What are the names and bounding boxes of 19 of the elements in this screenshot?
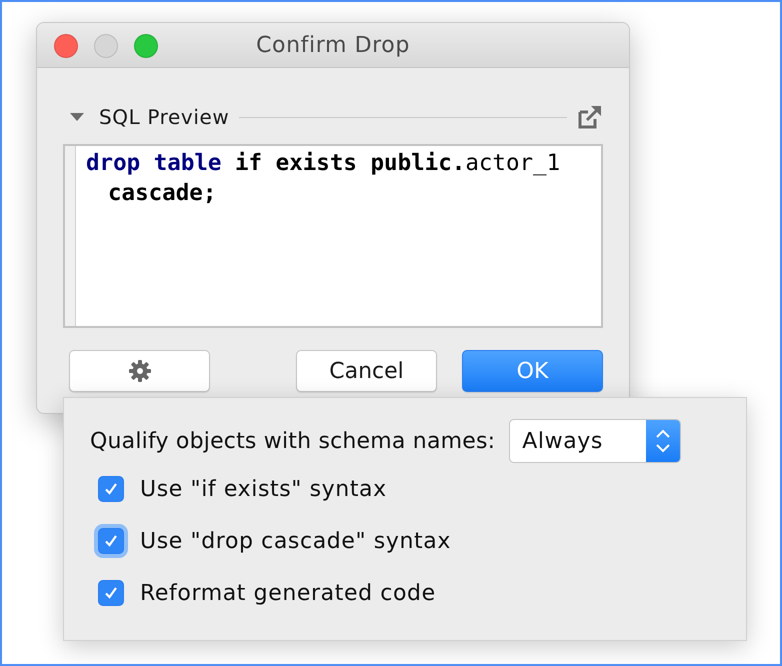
collapse-triangle-icon[interactable] — [69, 111, 85, 123]
window-control-button[interactable] — [54, 34, 78, 58]
section-title: SQL Preview — [99, 105, 230, 129]
checkbox[interactable] — [98, 580, 124, 606]
checkbox-label: Use "drop cascade" syntax — [140, 528, 451, 554]
gear-icon — [128, 359, 152, 383]
checkbox-label: Use "if exists" syntax — [140, 476, 387, 502]
qualify-label: Qualify objects with schema names: — [90, 428, 496, 454]
cancel-button[interactable]: Cancel — [296, 350, 437, 392]
settings-button[interactable] — [69, 350, 210, 392]
code-line: cascade; — [107, 179, 218, 208]
checkbox-label: Reformat generated code — [140, 580, 436, 606]
qualify-dropdown[interactable]: Always — [509, 419, 682, 463]
window-control-button[interactable] — [134, 34, 158, 58]
code-line: drop table if exists public.actor_1 — [86, 149, 560, 178]
window-title: Confirm Drop — [256, 32, 410, 58]
up-down-chevron-icon — [655, 428, 672, 454]
external-link-icon[interactable] — [577, 104, 603, 130]
checkbox[interactable] — [98, 476, 124, 502]
